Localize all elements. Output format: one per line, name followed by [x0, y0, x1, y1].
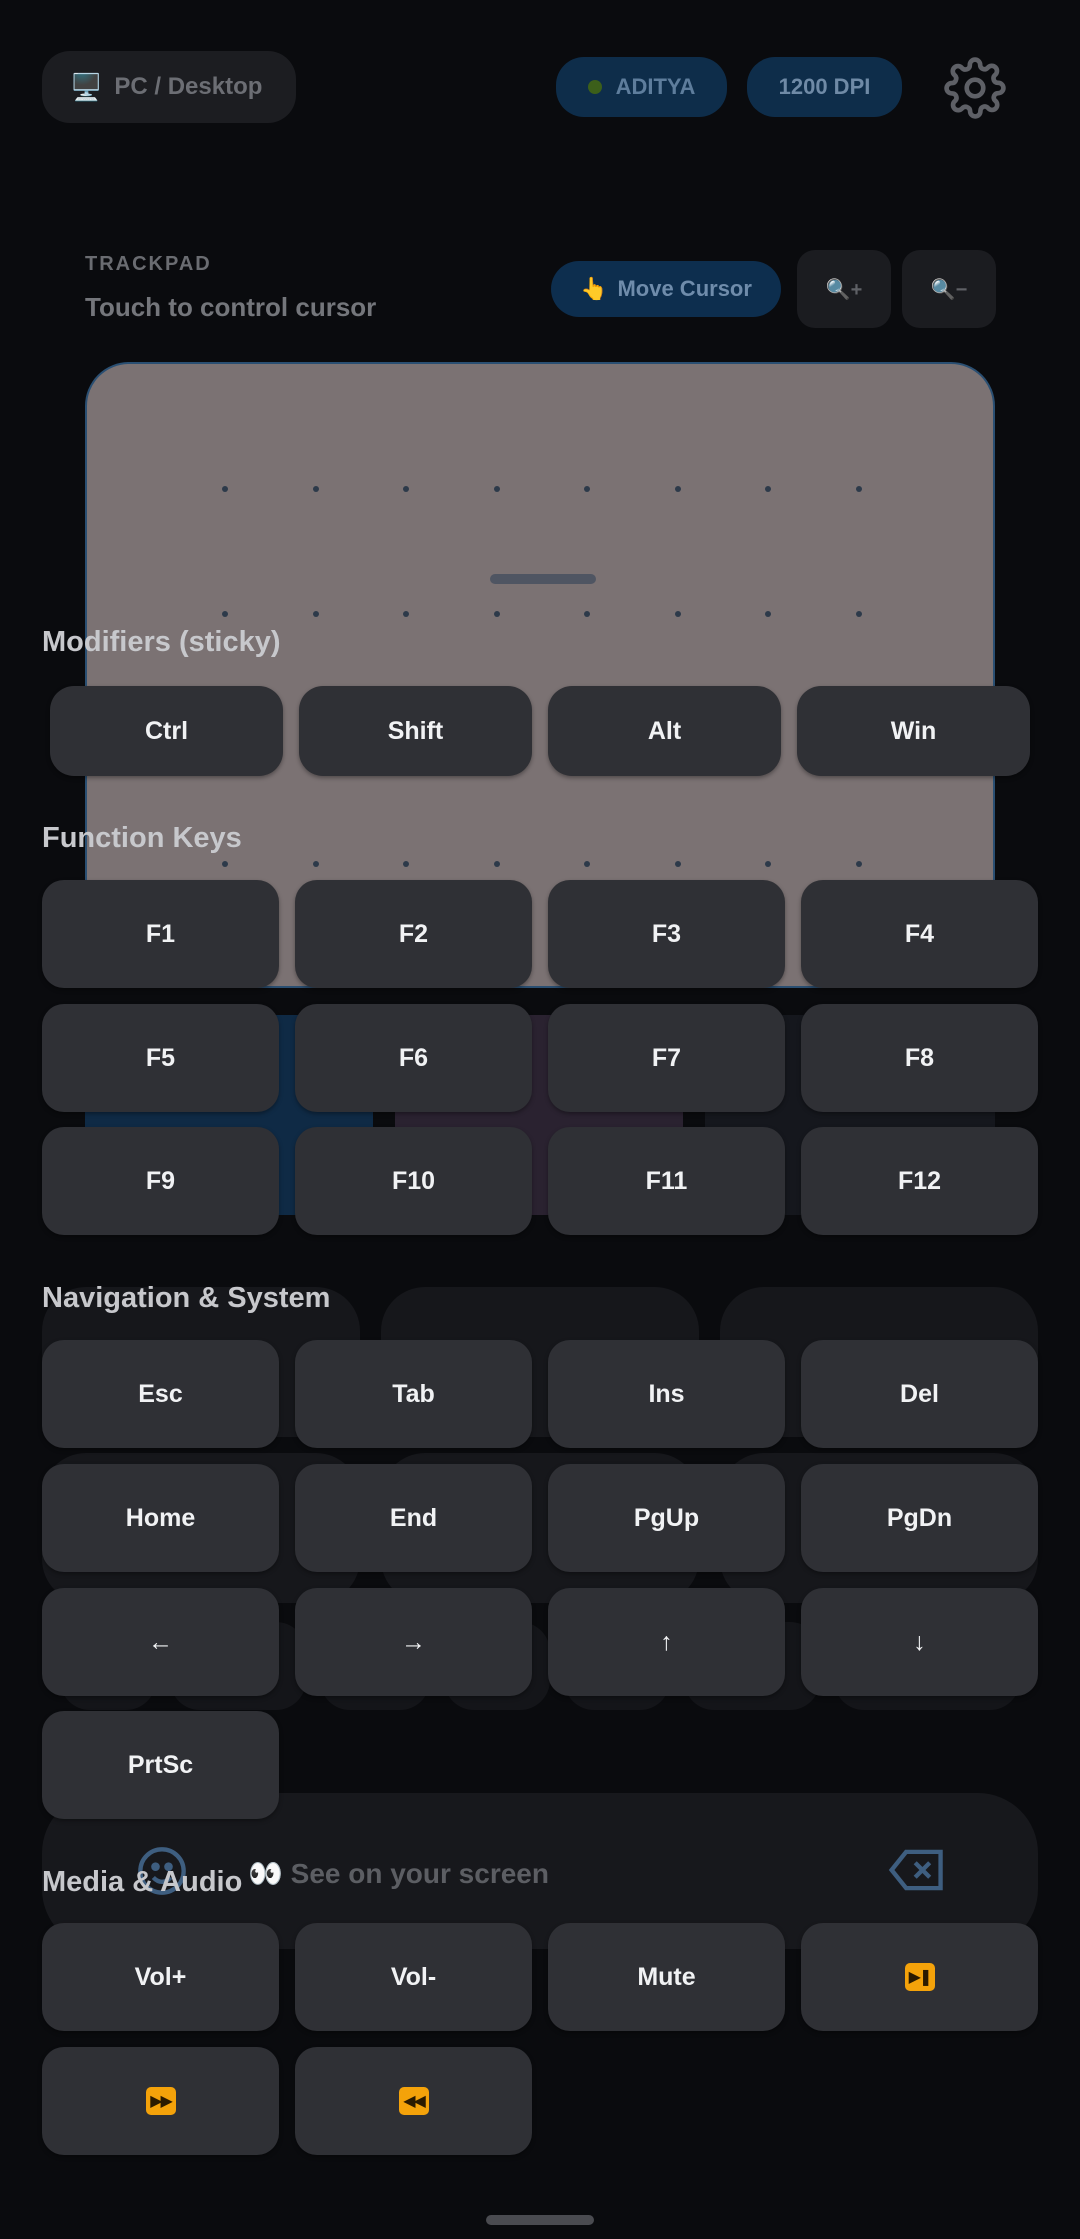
- trackpad-grid-dot: [675, 861, 681, 867]
- f1-key[interactable]: F1: [42, 880, 279, 988]
- gear-icon[interactable]: [944, 57, 1006, 119]
- previous-track-key[interactable]: ◀◀: [295, 2047, 532, 2155]
- trackpad-grid-dot: [856, 611, 862, 617]
- insert-key[interactable]: Ins: [548, 1340, 785, 1448]
- trackpad-grid-dot: [494, 611, 500, 617]
- device-selector[interactable]: 🖥️ PC / Desktop: [42, 51, 296, 123]
- ctrl-key[interactable]: Ctrl: [50, 686, 283, 776]
- play-pause-key[interactable]: ▶❚: [801, 1923, 1038, 2031]
- home-key[interactable]: Home: [42, 1464, 279, 1572]
- f10-key[interactable]: F10: [295, 1127, 532, 1235]
- navigation-title: Navigation & System: [42, 1282, 331, 1314]
- arrow-left-key[interactable]: ←: [42, 1588, 279, 1696]
- alt-key[interactable]: Alt: [548, 686, 781, 776]
- f8-key[interactable]: F8: [801, 1004, 1038, 1112]
- shift-key[interactable]: Shift: [299, 686, 532, 776]
- trackpad-grid-dot: [403, 611, 409, 617]
- trackpad-section-label: TRACKPAD: [85, 253, 212, 275]
- trackpad-grid-dot: [584, 486, 590, 492]
- trackpad-grid-dot: [675, 611, 681, 617]
- f11-key[interactable]: F11: [548, 1127, 785, 1235]
- dpi-label: 1200 DPI: [778, 74, 871, 99]
- trackpad-grid-dot: [222, 861, 228, 867]
- f2-key[interactable]: F2: [295, 880, 532, 988]
- zoom-in-button[interactable]: 🔍+: [797, 250, 891, 328]
- trackpad-grid-dot: [675, 486, 681, 492]
- trackpad-grid-dot: [313, 861, 319, 867]
- media-title: Media & Audio: [42, 1866, 243, 1898]
- trackpad-grid-dot: [494, 861, 500, 867]
- volume-down-key[interactable]: Vol-: [295, 1923, 532, 2031]
- status-dot: [587, 80, 602, 94]
- zoom-out-button[interactable]: 🔍−: [902, 250, 996, 328]
- trackpad-grid-dot: [856, 861, 862, 867]
- dpi-badge[interactable]: 1200 DPI: [747, 57, 902, 117]
- move-cursor-button[interactable]: 👆 Move Cursor: [551, 261, 781, 317]
- trackpad-grid-dot: [403, 486, 409, 492]
- backspace-icon[interactable]: [888, 1848, 946, 1892]
- connection-badge[interactable]: ADITYA: [556, 57, 727, 117]
- trackpad-grid-dot: [313, 486, 319, 492]
- trackpad-grid-dot: [584, 861, 590, 867]
- trackpad-subtitle: Touch to control cursor: [85, 292, 377, 322]
- next-track-key[interactable]: ▶▶: [42, 2047, 279, 2155]
- print-screen-key[interactable]: PrtSc: [42, 1711, 279, 1819]
- f7-key[interactable]: F7: [548, 1004, 785, 1112]
- trackpad-grid-dot: [856, 486, 862, 492]
- trackpad-grid-dot: [765, 861, 771, 867]
- f3-key[interactable]: F3: [548, 880, 785, 988]
- function-keys-title: Function Keys: [42, 822, 242, 854]
- esc-key[interactable]: Esc: [42, 1340, 279, 1448]
- f9-key[interactable]: F9: [42, 1127, 279, 1235]
- trackpad-grid-dot: [765, 486, 771, 492]
- tab-key[interactable]: Tab: [295, 1340, 532, 1448]
- trackpad-grid-dot: [494, 486, 500, 492]
- f4-key[interactable]: F4: [801, 880, 1038, 988]
- win-key[interactable]: Win: [797, 686, 1030, 776]
- f12-key[interactable]: F12: [801, 1127, 1038, 1235]
- trackpad-grid-dot: [584, 611, 590, 617]
- trackpad-handle: [490, 574, 596, 584]
- f5-key[interactable]: F5: [42, 1004, 279, 1112]
- mute-key[interactable]: Mute: [548, 1923, 785, 2031]
- move-cursor-label: Move Cursor: [617, 276, 752, 301]
- app-background: 🖥️ PC / Desktop ADITYA 1200 DPI TRACKPAD…: [0, 0, 1080, 2239]
- play-pause-icon: ▶❚: [904, 1963, 935, 1991]
- device-label: PC / Desktop: [114, 73, 263, 100]
- trackpad-grid-dot: [313, 611, 319, 617]
- modifiers-title: Modifiers (sticky): [42, 626, 281, 658]
- user-name: ADITYA: [615, 74, 696, 99]
- page-down-key[interactable]: PgDn: [801, 1464, 1038, 1572]
- trackpad-grid-dot: [222, 611, 228, 617]
- monitor-icon: 🖥️: [70, 71, 103, 102]
- arrow-up-key[interactable]: ↑: [548, 1588, 785, 1696]
- delete-key[interactable]: Del: [801, 1340, 1038, 1448]
- end-key[interactable]: End: [295, 1464, 532, 1572]
- typing-placeholder: 👀 See on your screen: [248, 1858, 549, 1889]
- arrow-down-key[interactable]: ↓: [801, 1588, 1038, 1696]
- page-up-key[interactable]: PgUp: [548, 1464, 785, 1572]
- home-indicator[interactable]: [486, 2215, 594, 2225]
- trackpad-grid-dot: [403, 861, 409, 867]
- arrow-right-key[interactable]: →: [295, 1588, 532, 1696]
- previous-track-icon: ◀◀: [398, 2087, 429, 2115]
- next-track-icon: ▶▶: [145, 2087, 176, 2115]
- trackpad-grid-dot: [765, 611, 771, 617]
- pointer-hand-icon: 👆: [580, 276, 608, 301]
- volume-up-key[interactable]: Vol+: [42, 1923, 279, 2031]
- trackpad-grid-dot: [222, 486, 228, 492]
- f6-key[interactable]: F6: [295, 1004, 532, 1112]
